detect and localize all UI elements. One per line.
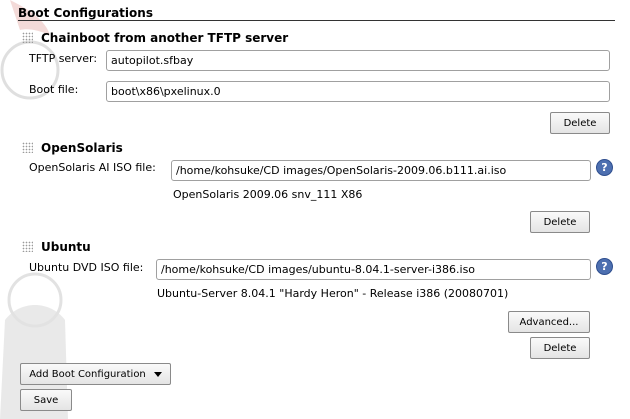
help-icon[interactable]: ? [596, 159, 613, 176]
ubuntu-iso-label: Ubuntu DVD ISO file: [29, 261, 144, 274]
section-divider [18, 20, 615, 21]
ubuntu-iso-input[interactable]: /home/kohsuke/CD images/ubuntu-8.04.1-se… [156, 259, 591, 280]
drag-handle-icon[interactable] [22, 241, 33, 252]
boot-configurations-title: Boot Configurations [18, 6, 153, 20]
ubuntu-delete-button[interactable]: Delete [530, 337, 590, 359]
add-boot-configuration-button[interactable]: Add Boot Configuration [20, 363, 171, 385]
advanced-button[interactable]: Advanced... [508, 311, 590, 333]
boot-file-input[interactable]: boot\x86\pxelinux.0 [106, 81, 610, 102]
opensolaris-title: OpenSolaris [41, 141, 123, 155]
chainboot-delete-button[interactable]: Delete [550, 112, 610, 134]
ubuntu-title: Ubuntu [41, 240, 91, 254]
boot-file-label: Boot file: [29, 83, 79, 96]
tftp-server-input[interactable]: autopilot.sfbay [106, 50, 610, 71]
chainboot-title: Chainboot from another TFTP server [41, 31, 289, 45]
save-button[interactable]: Save [20, 389, 72, 411]
tftp-server-label: TFTP server: [29, 52, 98, 65]
add-boot-configuration-label: Add Boot Configuration [29, 368, 146, 380]
drag-handle-icon[interactable] [22, 142, 33, 153]
opensolaris-delete-button[interactable]: Delete [530, 211, 590, 233]
dropdown-arrow-icon [153, 371, 162, 377]
drag-handle-icon[interactable] [22, 32, 33, 43]
opensolaris-iso-label: OpenSolaris AI ISO file: [29, 161, 156, 174]
ubuntu-description: Ubuntu-Server 8.04.1 "Hardy Heron" - Rel… [157, 287, 509, 300]
help-icon[interactable]: ? [596, 258, 613, 275]
opensolaris-description: OpenSolaris 2009.06 snv_111 X86 [173, 188, 363, 201]
opensolaris-iso-input[interactable]: /home/kohsuke/CD images/OpenSolaris-2009… [171, 160, 591, 181]
